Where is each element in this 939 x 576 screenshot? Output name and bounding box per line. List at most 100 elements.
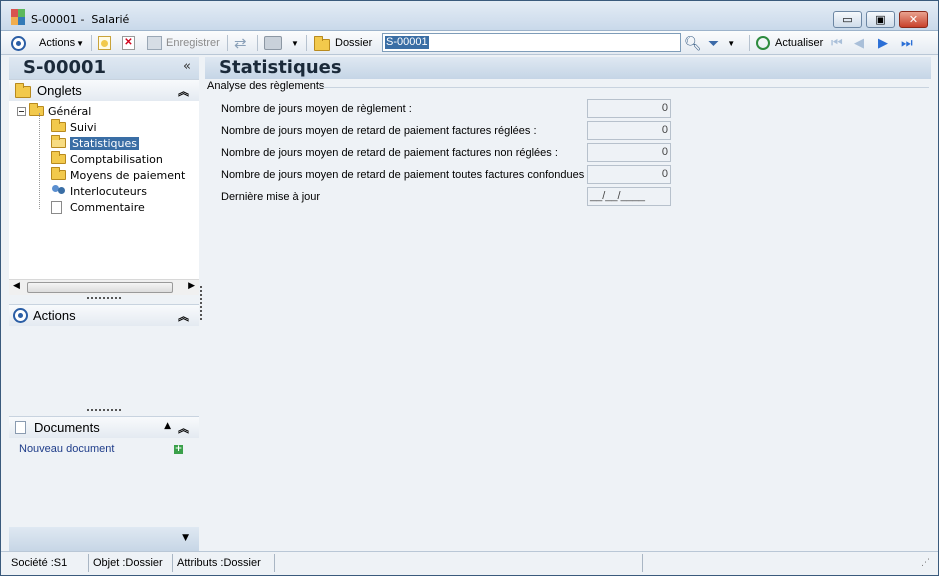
collapse-section-icon[interactable]: ︽ xyxy=(178,308,189,324)
last-record-icon: ⏭ xyxy=(901,35,913,50)
actions-circle-icon xyxy=(11,35,26,51)
tree-item-suivi[interactable]: Suivi xyxy=(51,119,97,135)
tabs-section-header[interactable]: Onglets ︽ xyxy=(9,79,199,101)
page-title: Statistiques xyxy=(219,57,342,78)
save-button[interactable]: Enregistrer xyxy=(147,33,220,53)
folder-open-icon xyxy=(51,135,66,148)
scroll-right-icon[interactable]: ▶ xyxy=(188,281,195,291)
folder-icon xyxy=(314,35,330,51)
previous-record-icon: ◀ xyxy=(854,35,864,50)
group-divider xyxy=(323,87,929,88)
document-icon xyxy=(15,421,26,434)
search-input-value: S-00001 xyxy=(385,36,429,49)
tree-connector-line xyxy=(39,113,40,209)
people-icon xyxy=(51,185,66,197)
close-button[interactable]: ✕ xyxy=(899,11,928,28)
field-label: Nombre de jours moyen de règlement : xyxy=(221,103,412,115)
toolbar-separator xyxy=(749,35,750,51)
tree-item-general[interactable]: Général xyxy=(17,103,91,119)
folder-icon xyxy=(51,151,66,164)
tree-item-interlocuteurs[interactable]: Interlocuteurs xyxy=(51,183,147,199)
section-up-icon[interactable]: ▲ xyxy=(164,421,171,431)
refresh-button[interactable]: Actualiser xyxy=(756,33,823,53)
field-value[interactable]: 0 xyxy=(587,99,671,118)
window-title: S-00001 - Salarié xyxy=(31,13,129,26)
last-record-button[interactable]: ⏭ xyxy=(901,33,913,53)
save-label: Enregistrer xyxy=(166,37,220,49)
dossier-label: Dossier xyxy=(335,37,373,49)
scrollbar-thumb[interactable] xyxy=(27,282,173,293)
documents-section-header[interactable]: Documents ▲ ︽ xyxy=(9,416,199,438)
tree-item-label: Général xyxy=(48,104,92,118)
actions-section-header[interactable]: Actions ︽ xyxy=(9,304,199,326)
toolbar-separator xyxy=(227,35,228,51)
actions-circle-icon xyxy=(13,308,28,323)
title-bar: S-00001 - Salarié ▭ ▣ ✕ xyxy=(1,1,938,31)
tabs-tree: Général Suivi Statistiques Comptabilisat… xyxy=(9,101,199,279)
sync-button[interactable]: ⇄ xyxy=(234,33,247,53)
toolbar-separator xyxy=(257,35,258,51)
actions-menu-button[interactable]: Actions ▼ xyxy=(39,33,84,53)
tree-item-commentaire[interactable]: Commentaire xyxy=(51,199,145,215)
next-record-icon: ▶ xyxy=(878,35,888,50)
dropdown-arrow-icon: ▼ xyxy=(76,38,84,48)
next-record-button[interactable]: ▶ xyxy=(878,33,888,53)
first-record-icon: ⏮ xyxy=(831,35,843,50)
collapse-section-icon[interactable]: ︽ xyxy=(178,420,189,436)
resize-grip-icon[interactable]: ⋰ xyxy=(921,558,930,568)
status-empty xyxy=(277,554,643,572)
minimize-button[interactable]: ▭ xyxy=(833,11,862,28)
tree-item-label: Suivi xyxy=(70,120,97,134)
first-record-button[interactable]: ⏮ xyxy=(831,33,843,53)
vertical-splitter[interactable] xyxy=(200,286,202,320)
printer-icon xyxy=(264,36,282,50)
date-field[interactable]: __/__/____ xyxy=(587,187,671,206)
tree-item-label: Interlocuteurs xyxy=(70,184,147,198)
field-value[interactable]: 0 xyxy=(587,165,671,184)
record-header: S-00001 « xyxy=(9,57,199,79)
field-value[interactable]: 0 xyxy=(587,143,671,162)
panel-footer: ▼ xyxy=(9,527,199,551)
new-button[interactable] xyxy=(98,33,111,53)
filter-icon: ⏷ xyxy=(708,34,720,51)
toolbar-separator xyxy=(306,35,307,51)
actions-circle-button[interactable] xyxy=(11,33,26,53)
search-input[interactable]: S-00001 xyxy=(382,33,681,52)
left-panel: S-00001 « Onglets ︽ Général Suivi Statis… xyxy=(9,57,199,551)
field-label: Dernière mise à jour xyxy=(221,191,321,203)
filter-button[interactable]: ⏷ ▼ xyxy=(708,33,735,53)
window-title-code: S-00001 - xyxy=(31,13,85,26)
tree-horizontal-scrollbar[interactable]: ◀ ▶ xyxy=(9,279,199,295)
dropdown-arrow-icon: ▼ xyxy=(727,38,736,48)
scroll-left-icon[interactable]: ◀ xyxy=(13,281,20,291)
print-button[interactable]: ▼ xyxy=(264,33,299,53)
maximize-icon: ▣ xyxy=(875,13,886,26)
dossier-button[interactable]: Dossier xyxy=(314,33,372,53)
actions-menu-label: Actions xyxy=(39,37,76,49)
tree-item-moyens-de-paiement[interactable]: Moyens de paiement xyxy=(51,167,185,183)
collapse-section-icon[interactable]: ︽ xyxy=(178,83,189,99)
record-code: S-00001 xyxy=(23,57,107,78)
chevron-down-icon[interactable]: ▼ xyxy=(182,533,189,543)
group-title: Analyse des règlements xyxy=(207,80,329,92)
tree-item-statistiques[interactable]: Statistiques xyxy=(51,135,139,151)
field-label: Nombre de jours moyen de retard de paiem… xyxy=(221,125,537,137)
collapse-panel-icon[interactable]: « xyxy=(183,59,191,74)
refresh-icon xyxy=(756,36,770,50)
splitter-grip[interactable] xyxy=(87,297,121,300)
tree-item-comptabilisation[interactable]: Comptabilisation xyxy=(51,151,163,167)
field-label: Nombre de jours moyen de retard de paiem… xyxy=(221,169,591,181)
search-button[interactable]: 🔍︎ xyxy=(684,33,702,53)
maximize-button[interactable]: ▣ xyxy=(866,11,895,28)
splitter-grip[interactable] xyxy=(87,409,121,412)
field-value[interactable]: 0 xyxy=(587,121,671,140)
tree-collapse-icon[interactable] xyxy=(17,106,26,116)
add-document-icon[interactable]: + xyxy=(174,445,183,454)
window-title-name: Salarié xyxy=(91,13,130,26)
new-document-link[interactable]: Nouveau document xyxy=(19,443,114,455)
previous-record-button[interactable]: ◀ xyxy=(854,33,864,53)
toolbar-separator xyxy=(91,35,92,51)
app-icon xyxy=(11,9,25,25)
delete-button[interactable]: ✕ xyxy=(122,33,135,53)
save-icon xyxy=(147,36,162,50)
